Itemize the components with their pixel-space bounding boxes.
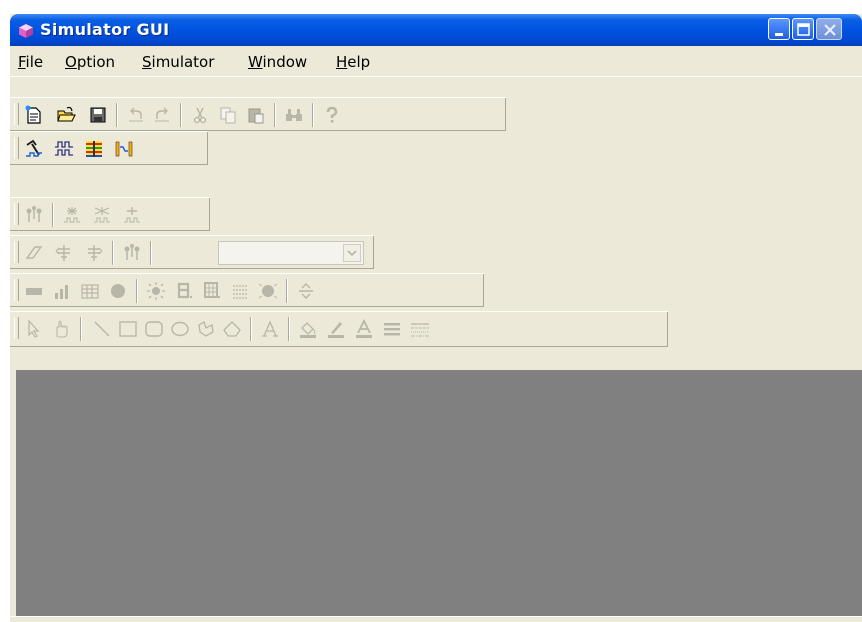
toolbar-separator — [312, 103, 314, 127]
spin-icon[interactable] — [296, 281, 316, 301]
help-icon[interactable] — [322, 105, 342, 125]
simulation-toolbar — [10, 131, 208, 165]
window-title: Simulator GUI — [40, 20, 170, 39]
maximize-button[interactable] — [792, 18, 814, 40]
maximize-icon — [797, 23, 810, 36]
toolbar-separator — [250, 317, 252, 341]
redo-icon[interactable] — [152, 105, 172, 125]
toolbar-grip[interactable] — [14, 137, 19, 159]
menu-bar: File Option Simulator Window Help — [10, 46, 862, 77]
toolbar-grip[interactable] — [14, 279, 19, 301]
rectangle-icon[interactable] — [118, 319, 138, 339]
bar-chart-icon[interactable] — [52, 281, 72, 301]
drawing-toolbar — [10, 311, 668, 347]
text-icon[interactable] — [260, 319, 280, 339]
font-color-icon[interactable] — [354, 319, 374, 339]
workspace-area[interactable] — [16, 370, 862, 616]
toolbar-grip[interactable] — [14, 317, 19, 339]
save-icon[interactable] — [88, 105, 108, 125]
digit-display-icon[interactable] — [174, 281, 194, 301]
toolbar-separator — [52, 203, 54, 227]
lcd-icon[interactable] — [230, 281, 250, 301]
standard-toolbar — [10, 97, 506, 131]
bar-icon[interactable] — [24, 281, 44, 301]
node-edit-icon[interactable] — [122, 205, 142, 225]
app-window: Simulator GUI File Option Simulator Wind… — [10, 14, 862, 622]
line-color-icon[interactable] — [326, 319, 346, 339]
paste-icon[interactable] — [246, 105, 266, 125]
toolbar-grip[interactable] — [14, 203, 19, 225]
nodes-toolbar — [10, 197, 210, 231]
pin-left-icon[interactable] — [54, 243, 74, 263]
new-file-icon[interactable] — [24, 105, 44, 125]
fill-color-icon[interactable] — [298, 319, 318, 339]
rounded-rect-icon[interactable] — [144, 319, 164, 339]
undo-icon[interactable] — [126, 105, 146, 125]
toolbar-separator — [136, 279, 138, 303]
chevron-down-icon — [347, 250, 357, 257]
find-icon[interactable] — [284, 105, 304, 125]
toolbar-separator — [116, 103, 118, 127]
copy-icon[interactable] — [218, 105, 238, 125]
dot-matrix-icon[interactable] — [202, 281, 222, 301]
select-arrow-icon[interactable] — [24, 319, 44, 339]
combo-box[interactable] — [218, 241, 364, 265]
line-style-icon[interactable] — [410, 319, 430, 339]
node-pins-icon[interactable] — [24, 205, 44, 225]
display-toolbar — [10, 273, 484, 307]
signal-grid-icon[interactable] — [84, 139, 104, 159]
toolbar-grip[interactable] — [14, 103, 19, 125]
node-add-icon[interactable] — [62, 205, 82, 225]
node-remove-icon[interactable] — [92, 205, 112, 225]
probe-icon[interactable] — [114, 139, 134, 159]
cube-icon — [19, 24, 33, 38]
title-bar[interactable]: Simulator GUI — [10, 14, 862, 46]
toolbar-separator — [112, 241, 114, 265]
waveform-icon[interactable] — [54, 139, 74, 159]
eraser-icon[interactable] — [24, 243, 44, 263]
toolbar-separator — [150, 241, 152, 265]
toolbar-separator — [286, 279, 288, 303]
cut-icon[interactable] — [190, 105, 210, 125]
line-weight-icon[interactable] — [382, 319, 402, 339]
menu-file[interactable]: File — [18, 53, 43, 71]
toolbar-separator — [274, 103, 276, 127]
menu-window[interactable]: Window — [248, 53, 307, 71]
close-button[interactable] — [816, 18, 842, 40]
open-folder-icon[interactable] — [56, 105, 76, 125]
status-bar — [10, 616, 862, 622]
circle-icon[interactable] — [108, 281, 128, 301]
toolbar-separator — [288, 317, 290, 341]
sun-icon[interactable] — [146, 281, 166, 301]
polygon-icon[interactable] — [196, 319, 216, 339]
grid-icon[interactable] — [80, 281, 100, 301]
menu-option[interactable]: Option — [65, 53, 115, 71]
menu-simulator[interactable]: Simulator — [142, 53, 214, 71]
minimize-button[interactable] — [768, 18, 790, 40]
node-pins-icon[interactable] — [122, 243, 142, 263]
close-icon — [824, 24, 836, 36]
toolbar-separator — [180, 103, 182, 127]
toolbar-separator — [80, 317, 82, 341]
edit-toolbar — [10, 235, 374, 269]
menu-help[interactable]: Help — [336, 53, 370, 71]
lamp-icon[interactable] — [258, 281, 278, 301]
ellipse-icon[interactable] — [170, 319, 190, 339]
line-icon[interactable] — [92, 319, 112, 339]
pin-right-icon[interactable] — [84, 243, 104, 263]
hand-icon[interactable] — [52, 319, 72, 339]
run-simulation-icon[interactable] — [24, 139, 44, 159]
combo-dropdown-button[interactable] — [343, 244, 361, 262]
toolbar-grip[interactable] — [14, 241, 19, 263]
diamond-icon[interactable] — [222, 319, 242, 339]
minimize-icon — [775, 33, 783, 36]
